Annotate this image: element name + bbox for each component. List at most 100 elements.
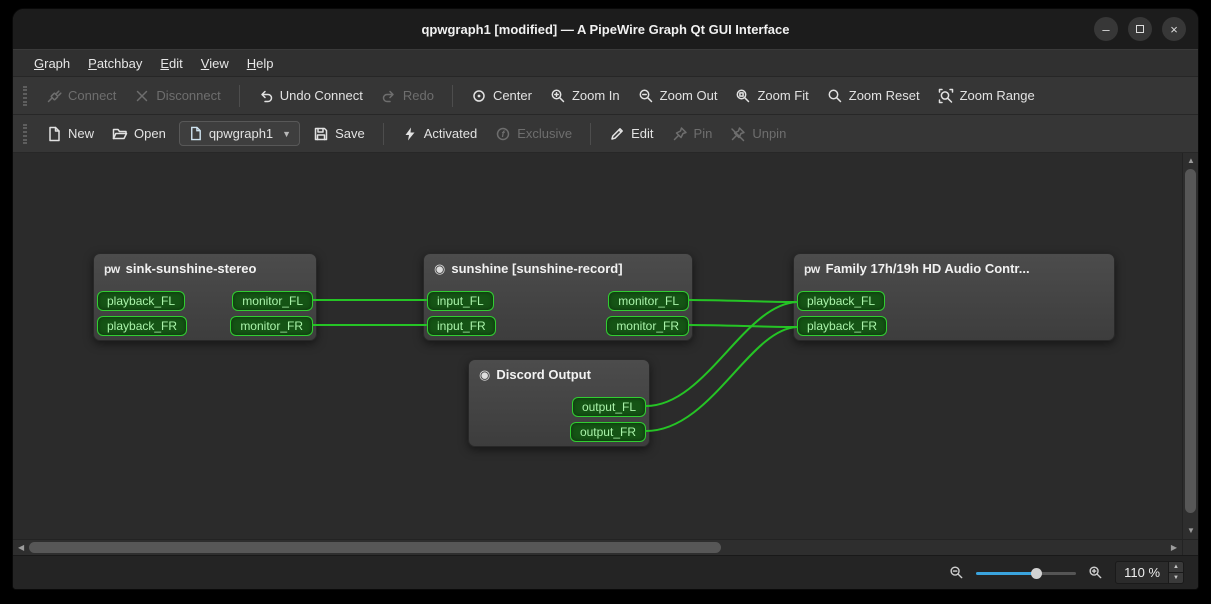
zoom-slider-handle[interactable] — [1031, 568, 1042, 579]
activated-button[interactable]: Activated — [393, 121, 486, 147]
maximize-icon — [1136, 25, 1144, 33]
open-folder-icon — [112, 126, 128, 142]
menu-help[interactable]: Help — [238, 52, 283, 75]
zoom-in-icon — [550, 88, 566, 104]
zoom-in-button[interactable]: Zoom In — [541, 83, 629, 109]
node-title: sunshine [sunshine-record] — [451, 261, 622, 276]
center-button[interactable]: Center — [462, 83, 541, 109]
menu-edit[interactable]: Edit — [151, 52, 191, 75]
save-button[interactable]: Save — [304, 121, 374, 147]
port-playback-fl[interactable]: playback_FL — [97, 291, 185, 311]
save-icon — [313, 126, 329, 142]
statusbar: 110 % ▲ ▼ — [13, 555, 1198, 589]
undo-icon — [258, 88, 274, 104]
spin-up-arrow[interactable]: ▲ — [1169, 562, 1183, 572]
connections-layer — [13, 153, 1182, 539]
record-icon: ◉ — [479, 368, 490, 381]
pipewire-icon: pw — [804, 262, 820, 276]
svg-text:f: f — [502, 129, 506, 139]
connection-wire[interactable] — [689, 300, 797, 302]
zoom-out-icon — [638, 88, 654, 104]
toolbar-separator — [383, 123, 384, 145]
edit-pencil-icon — [609, 126, 625, 142]
port-playback-fr[interactable]: playback_FR — [797, 316, 887, 336]
graph-canvas[interactable]: pw sink-sunshine-stereo playback_FL moni… — [13, 153, 1182, 539]
zoom-range-button[interactable]: Zoom Range — [929, 83, 1044, 109]
horizontal-scrollbar-thumb[interactable] — [29, 542, 721, 553]
record-icon: ◉ — [434, 262, 445, 275]
port-monitor-fr[interactable]: monitor_FR — [606, 316, 689, 336]
zoom-out-button[interactable]: Zoom Out — [629, 83, 727, 109]
undo-connect-button[interactable]: Undo Connect — [249, 83, 372, 109]
port-playback-fl[interactable]: playback_FL — [797, 291, 885, 311]
port-output-fr[interactable]: output_FR — [570, 422, 646, 442]
zoom-out-icon[interactable] — [949, 565, 964, 580]
redo-icon — [381, 88, 397, 104]
node-title: Discord Output — [496, 367, 591, 382]
spin-down-arrow[interactable]: ▼ — [1169, 572, 1183, 583]
vertical-scrollbar-thumb[interactable] — [1185, 169, 1196, 513]
open-button[interactable]: Open — [103, 121, 175, 147]
scrollbar-corner — [1182, 539, 1198, 555]
exclusive-button[interactable]: f Exclusive — [486, 121, 581, 147]
zoom-range-icon — [938, 88, 954, 104]
connect-button[interactable]: Connect — [37, 83, 125, 109]
port-monitor-fr[interactable]: monitor_FR — [230, 316, 313, 336]
chevron-down-icon: ▼ — [282, 129, 291, 139]
port-monitor-fl[interactable]: monitor_FL — [608, 291, 689, 311]
node-sunshine[interactable]: ◉ sunshine [sunshine-record] input_FL mo… — [423, 253, 693, 341]
node-title: Family 17h/19h HD Audio Contr... — [826, 261, 1030, 276]
pipewire-icon: pw — [104, 262, 120, 276]
toolbar-separator — [239, 85, 240, 107]
center-icon — [471, 88, 487, 104]
exclusive-icon: f — [495, 126, 511, 142]
edit-button[interactable]: Edit — [600, 121, 662, 147]
scroll-left-arrow[interactable]: ◀ — [18, 544, 24, 552]
titlebar: qpwgraph1 [modified] — A PipeWire Graph … — [13, 9, 1198, 49]
port-output-fl[interactable]: output_FL — [572, 397, 646, 417]
menubar: Graph Patchbay Edit View Help — [13, 49, 1198, 77]
zoom-reset-icon — [827, 88, 843, 104]
connection-wire[interactable] — [689, 325, 797, 327]
node-discord-output[interactable]: ◉ Discord Output output_FL output_FR — [468, 359, 650, 447]
horizontal-scrollbar[interactable]: ◀ ▶ — [13, 539, 1182, 555]
graph-view: pw sink-sunshine-stereo playback_FL moni… — [13, 153, 1198, 555]
menu-view[interactable]: View — [192, 52, 238, 75]
node-family-hd-audio[interactable]: pw Family 17h/19h HD Audio Contr... play… — [793, 253, 1115, 341]
zoom-spinbox[interactable]: 110 % ▲ ▼ — [1115, 561, 1184, 584]
pin-button[interactable]: Pin — [663, 121, 722, 147]
activated-icon — [402, 126, 418, 142]
disconnect-button[interactable]: Disconnect — [125, 83, 229, 109]
node-sink-sunshine-stereo[interactable]: pw sink-sunshine-stereo playback_FL moni… — [93, 253, 317, 341]
patchbay-file-icon — [188, 126, 203, 141]
port-input-fl[interactable]: input_FL — [427, 291, 494, 311]
toolbar-drag-handle[interactable] — [23, 124, 27, 144]
node-title: sink-sunshine-stereo — [126, 261, 257, 276]
zoom-slider-track — [1038, 572, 1076, 575]
toolbar-drag-handle[interactable] — [23, 86, 27, 106]
port-input-fr[interactable]: input_FR — [427, 316, 496, 336]
new-button[interactable]: New — [37, 121, 103, 147]
zoom-fit-button[interactable]: Zoom Fit — [726, 83, 817, 109]
close-button[interactable]: × — [1162, 17, 1186, 41]
zoom-in-icon[interactable] — [1088, 565, 1103, 580]
port-monitor-fl[interactable]: monitor_FL — [232, 291, 313, 311]
zoom-fit-icon — [735, 88, 751, 104]
patchbay-file-combo[interactable]: qpwgraph1 ▼ — [179, 121, 300, 146]
maximize-button[interactable] — [1128, 17, 1152, 41]
scroll-right-arrow[interactable]: ▶ — [1171, 544, 1177, 552]
minimize-button[interactable]: – — [1094, 17, 1118, 41]
unpin-button[interactable]: Unpin — [721, 121, 795, 147]
scroll-up-arrow[interactable]: ▲ — [1187, 157, 1195, 165]
zoom-reset-button[interactable]: Zoom Reset — [818, 83, 929, 109]
menu-patchbay[interactable]: Patchbay — [79, 52, 151, 75]
vertical-scrollbar[interactable]: ▲ ▼ — [1182, 153, 1198, 539]
toolbar-separator — [590, 123, 591, 145]
redo-button[interactable]: Redo — [372, 83, 443, 109]
connect-icon — [46, 88, 62, 104]
menu-graph[interactable]: Graph — [25, 52, 79, 75]
zoom-slider[interactable] — [976, 565, 1076, 581]
connection-wire[interactable] — [646, 327, 797, 431]
scroll-down-arrow[interactable]: ▼ — [1187, 527, 1195, 535]
port-playback-fr[interactable]: playback_FR — [97, 316, 187, 336]
